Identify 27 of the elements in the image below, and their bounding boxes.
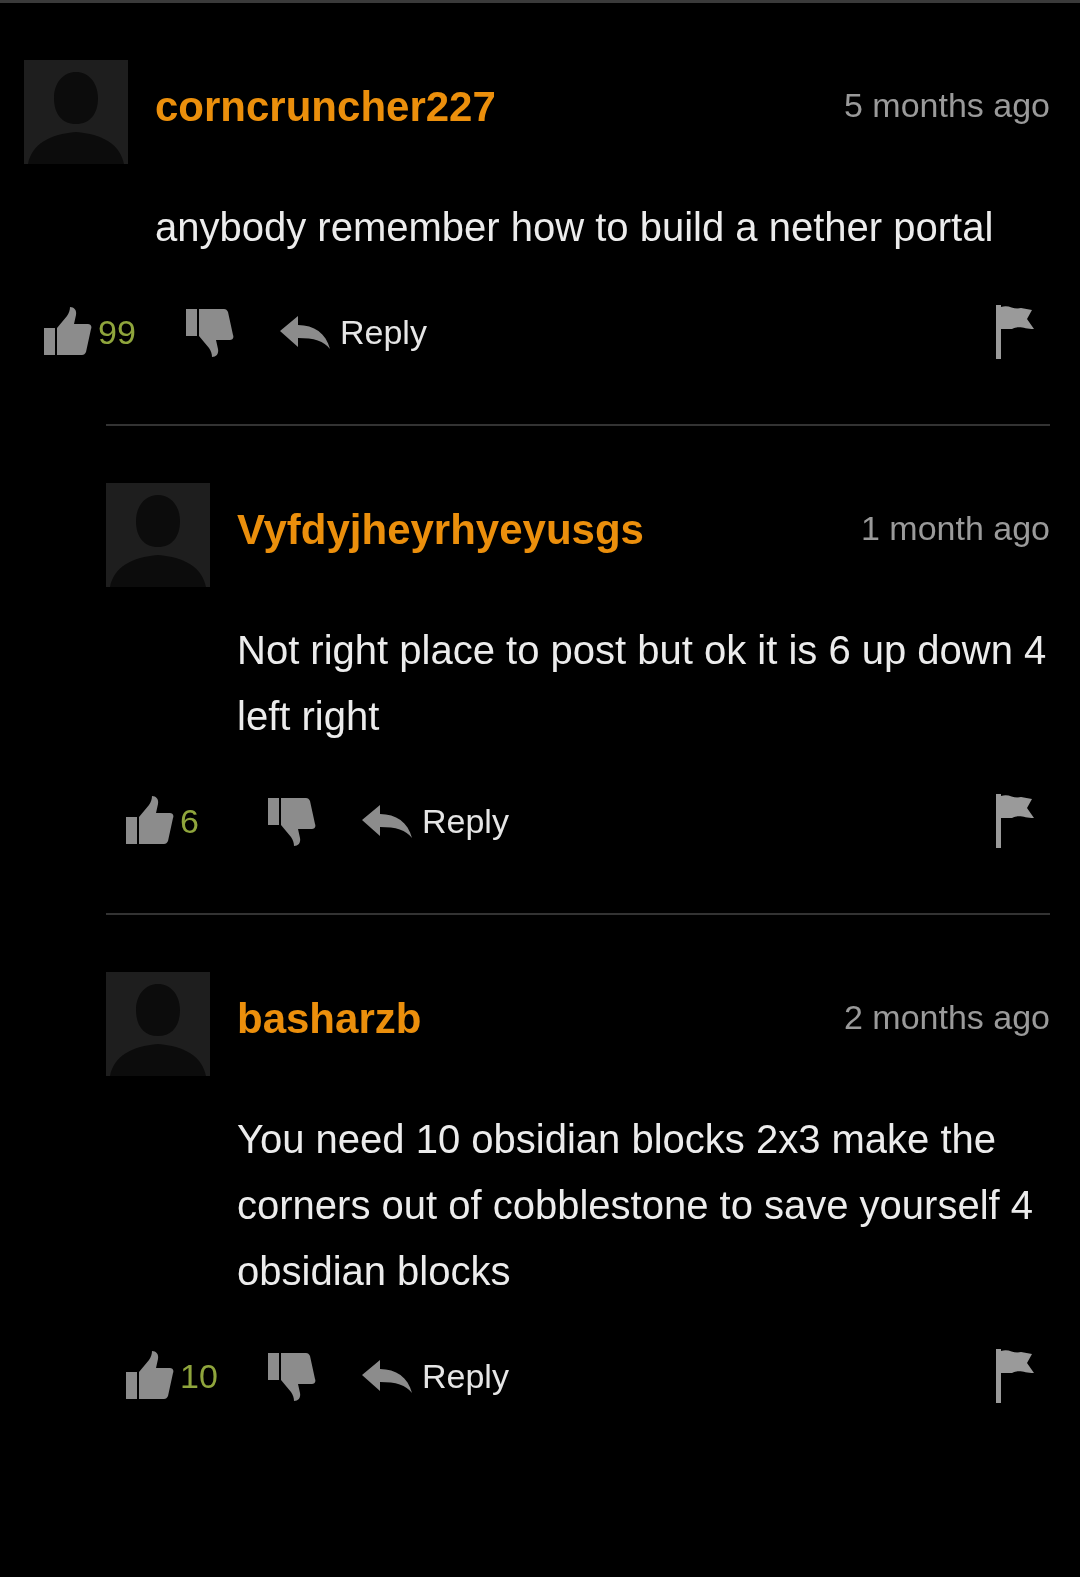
- flag-icon[interactable]: [996, 794, 1034, 848]
- comment-text: Not right place to post but ok it is 6 up down 4 left right: [237, 627, 1048, 740]
- reply-button[interactable]: Reply: [280, 312, 427, 352]
- comment-text: You need 10 obsidian blocks 2x3 make the corners out of cobblestone to save yourself 4 obsidian blocks: [237, 1116, 1034, 1295]
- flag-icon[interactable]: [996, 1349, 1034, 1403]
- flag-icon[interactable]: [996, 305, 1034, 359]
- comment-text: anybody remember how to build a nether portal: [155, 204, 995, 251]
- like-count: 99: [98, 312, 137, 352]
- thumbs-down-icon[interactable]: [266, 795, 316, 847]
- reply-button[interactable]: Reply: [362, 801, 509, 841]
- username[interactable]: basharzb: [237, 995, 817, 1043]
- like-count: 10: [180, 1356, 219, 1396]
- reply-arrow-icon: [280, 314, 330, 350]
- thumbs-down-icon[interactable]: [266, 1350, 316, 1402]
- thumbs-up-icon[interactable]: [124, 1350, 174, 1402]
- reply-button[interactable]: Reply: [362, 1356, 509, 1396]
- username[interactable]: corncruncher227: [155, 83, 817, 131]
- thumbs-up-icon[interactable]: [42, 306, 92, 358]
- thumbs-up-icon[interactable]: [124, 795, 174, 847]
- thumbs-down-icon[interactable]: [184, 306, 234, 358]
- timestamp: 5 months ago: [843, 85, 1050, 125]
- timestamp: 2 months ago: [843, 997, 1050, 1037]
- reply-arrow-icon: [362, 1358, 412, 1394]
- username[interactable]: Vyfdyjheyrhyeyusgs: [237, 506, 834, 554]
- timestamp: 1 month ago: [860, 508, 1050, 548]
- like-count: 6: [180, 801, 200, 841]
- reply-arrow-icon: [362, 803, 412, 839]
